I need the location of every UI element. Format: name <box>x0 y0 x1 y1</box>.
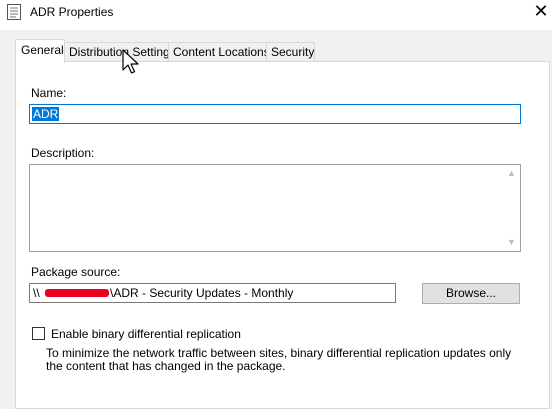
tab-general[interactable]: General <box>15 39 65 63</box>
properties-icon <box>7 4 21 20</box>
package-source-path: \ADR - Security Updates - Monthly <box>110 286 294 300</box>
name-value: ADR <box>32 107 60 121</box>
name-input[interactable]: ADR <box>29 104 521 124</box>
tab-general-label: General <box>21 43 64 57</box>
package-source-prefix: \\ <box>33 286 40 300</box>
description-textarea[interactable]: ▲ ▼ <box>29 164 521 252</box>
scroll-down-icon[interactable]: ▼ <box>503 234 520 251</box>
tab-security[interactable]: Security <box>266 42 315 62</box>
mouse-pointer-icon <box>122 49 139 74</box>
close-icon: ✕ <box>533 1 549 21</box>
tab-distribution-settings[interactable]: Distribution Settings <box>64 42 176 62</box>
package-source-input[interactable]: \\ \ADR - Security Updates - Monthly <box>29 283 396 303</box>
close-button[interactable]: ✕ <box>530 0 552 24</box>
binary-replication-label[interactable]: Enable binary differential replication <box>51 327 241 341</box>
description-label: Description: <box>31 146 95 160</box>
tab-content-locations-label: Content Locations <box>173 45 270 59</box>
name-label: Name: <box>31 86 67 100</box>
package-source-label: Package source: <box>31 265 121 279</box>
scroll-up-icon[interactable]: ▲ <box>503 165 520 182</box>
title-bar: ADR Properties ✕ <box>0 0 552 30</box>
redaction-mark <box>45 289 109 297</box>
browse-button[interactable]: Browse... <box>422 283 520 304</box>
binary-replication-checkbox[interactable] <box>32 327 45 340</box>
tab-security-label: Security <box>271 45 315 59</box>
window-title: ADR Properties <box>30 5 114 19</box>
tab-content-locations[interactable]: Content Locations <box>168 42 270 62</box>
description-scrollbar[interactable]: ▲ ▼ <box>503 165 520 251</box>
binary-replication-help: To minimize the network traffic between … <box>46 346 512 373</box>
